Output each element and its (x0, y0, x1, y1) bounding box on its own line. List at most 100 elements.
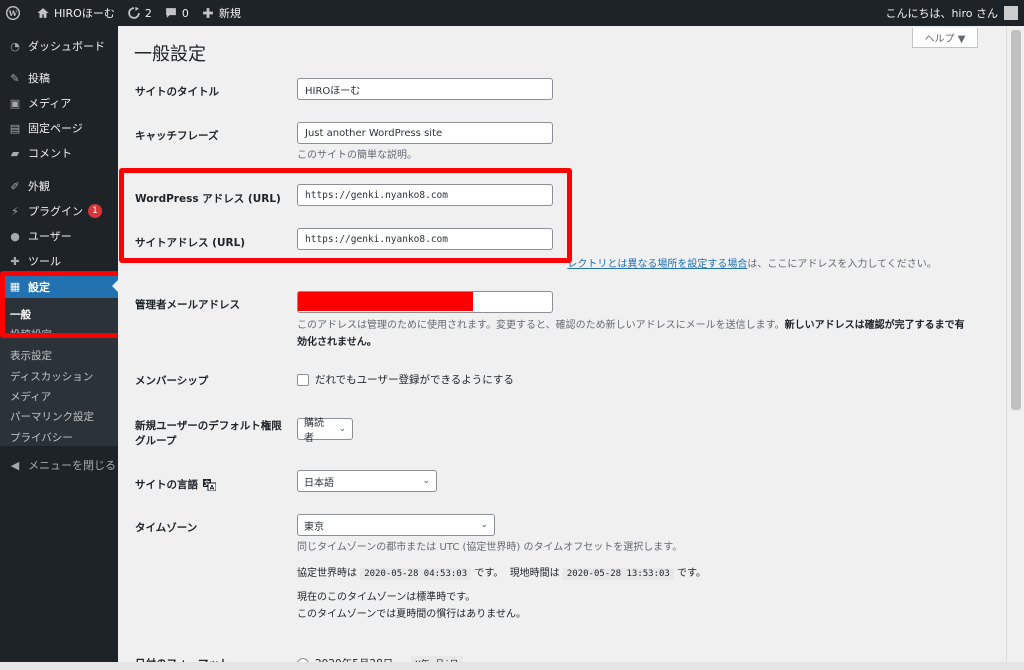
language-select[interactable]: 日本語 ⌄ (297, 470, 437, 492)
default-role-label-line1: 新規ユーザーのデフォルト権限 (135, 420, 282, 432)
sidebar-item-label: ユーザー (28, 230, 72, 243)
tagline-label: キャッチフレーズ (135, 130, 219, 142)
utc-suffix: です。 (474, 568, 504, 579)
site-title-label: サイトのタイトル (135, 86, 219, 98)
wp-logo-menu[interactable]: W (0, 0, 30, 26)
collapse-icon: ◀ (10, 458, 20, 472)
site-address-desc-tail: は、ここにアドレスを入力してください。 (747, 259, 937, 270)
default-role-value: 購読者 (304, 418, 324, 444)
tagline-input[interactable]: Just another WordPress site (297, 122, 553, 144)
membership-checkbox[interactable]: だれでもユーザー登録ができるようにする (297, 372, 514, 387)
sidebar-item-appearance[interactable]: ✐ 外観 (0, 175, 118, 197)
annotation-box-urls (119, 168, 572, 263)
sidebar-item-label: ツール (28, 255, 61, 268)
language-label: サイトの言語 (135, 479, 198, 491)
submenu-item-privacy[interactable]: プライバシー (10, 430, 73, 445)
timezone-select[interactable]: 東京 ⌄ (297, 514, 495, 536)
plugin-icon: ⚡ (11, 204, 19, 218)
local-time: 2020-05-28 13:53:03 (562, 568, 674, 580)
submenu-item-reading[interactable]: 表示設定 (10, 348, 52, 363)
collapse-label: メニューを閉じる (28, 459, 116, 472)
sidebar-item-label: 投稿 (28, 72, 50, 85)
page-scrollbar[interactable] (1006, 26, 1024, 670)
comments-link[interactable]: 0 (158, 0, 195, 26)
collapse-menu-button[interactable]: ◀ メニューを閉じる (0, 454, 118, 476)
membership-label: メンバーシップ (135, 375, 209, 387)
submenu-item-media[interactable]: メディア (10, 389, 51, 404)
wrench-icon: ✚ (10, 254, 20, 268)
user-icon: ● (10, 229, 20, 243)
media-icon: ▣ (9, 96, 21, 110)
utc-prefix: 協定世界時は (297, 568, 357, 579)
site-address-help-link[interactable]: レクトリとは異なる場所を設定する場合 (567, 259, 747, 270)
submenu-item-permalink[interactable]: パーマリンク設定 (10, 409, 94, 424)
pin-icon: ✎ (10, 71, 20, 85)
status-strip (0, 662, 1024, 670)
update-badge: 1 (88, 204, 102, 218)
svg-text:W: W (8, 9, 18, 18)
sidebar-item-label: プラグイン (28, 205, 83, 218)
sidebar-item-pages[interactable]: ▤ 固定ページ (0, 117, 118, 139)
site-title-input[interactable]: HIROほーむ (297, 78, 553, 100)
sidebar-item-label: 外観 (28, 180, 50, 193)
annotation-box-settings (0, 271, 128, 338)
time-readout: 協定世界時は 2020-05-28 04:53:03 です。 現地時間は 202… (297, 565, 706, 583)
greeting[interactable]: こんにちは、hiro さん (885, 5, 998, 21)
sidebar-item-plugins[interactable]: ⚡ プラグイン 1 (0, 200, 118, 222)
main-content: ヘルプ ▼ 一般設定 サイトのタイトル HIROほーむ キャッチフレーズ Jus… (118, 26, 1006, 670)
updates-count: 2 (144, 6, 152, 20)
new-label: 新規 (218, 7, 241, 20)
sidebar-item-users[interactable]: ● ユーザー (0, 225, 118, 247)
tz-note-2: このタイムゾーンでは夏時間の慣行はありません。 (297, 609, 526, 620)
chevron-down-icon: ⌄ (480, 520, 488, 530)
home-icon (37, 8, 49, 18)
admin-email-desc-bold-2: 効化されません。 (297, 337, 377, 348)
checkbox-box[interactable] (297, 373, 309, 386)
comment-icon (165, 8, 176, 18)
timezone-description: 同じタイムゾーンの都市または UTC (協定世界時) のタイムオフセットを選択し… (297, 542, 683, 553)
comments-count: 0 (181, 6, 189, 20)
admin-email-label: 管理者メールアドレス (135, 299, 240, 311)
sidebar-item-dashboard[interactable]: ◔ ダッシュボード (0, 35, 118, 57)
translate-icon: 文A (203, 478, 216, 491)
default-role-label: 新規ユーザーのデフォルト権限 グループ (135, 419, 282, 449)
membership-checkbox-label: だれでもユーザー登録ができるようにする (315, 374, 514, 386)
submenu-item-discussion[interactable]: ディスカッション (10, 369, 93, 384)
local-prefix: 現地時間は (509, 568, 560, 579)
timezone-label: タイムゾーン (135, 522, 198, 534)
admin-email-desc-bold-1: 新しいアドレスは確認が完了するまで有 (784, 320, 965, 331)
sidebar-item-label: メディア (28, 97, 72, 110)
redaction-mark (298, 292, 473, 311)
sidebar-item-posts[interactable]: ✎ 投稿 (0, 67, 118, 89)
admin-email-description: このアドレスは管理のために使用されます。変更すると、確認のため新しいアドレスにメ… (297, 317, 987, 351)
sidebar-item-media[interactable]: ▣ メディア (0, 92, 118, 114)
sidebar-item-label: ダッシュボード (28, 40, 105, 53)
svg-text:A: A (210, 484, 215, 491)
site-name: HIROほーむ (54, 7, 115, 20)
timezone-note: 現在のこのタイムゾーンは標準時です。 このタイムゾーンでは夏時間の慣行はありませ… (297, 589, 526, 623)
chevron-down-icon: ⌄ (338, 424, 346, 434)
tz-note-1: 現在のこのタイムゾーンは標準時です。 (297, 592, 476, 603)
language-row-label: サイトの言語 文A (135, 477, 216, 492)
default-role-select[interactable]: 購読者 ⌄ (297, 418, 353, 444)
timezone-value: 東京 (304, 521, 324, 533)
updates-link[interactable]: 2 (121, 0, 158, 26)
dashboard-icon: ◔ (10, 39, 20, 53)
admin-email-desc-text: このアドレスは管理のために使用されます。変更すると、確認のため新しいアドレスにメ… (297, 320, 785, 331)
local-suffix: です。 (677, 568, 707, 579)
admin-bar: W HIROほーむ 2 0 新規 こんにちは、hiro さん (0, 0, 1024, 26)
sidebar-item-label: コメント (28, 147, 72, 160)
comment-icon: ▰ (10, 146, 20, 160)
site-name-link[interactable]: HIROほーむ (30, 0, 121, 26)
scrollbar-thumb[interactable] (1011, 30, 1021, 410)
sidebar-item-tools[interactable]: ✚ ツール (0, 250, 118, 272)
avatar[interactable] (1004, 6, 1018, 20)
sidebar-item-label: 固定ページ (28, 122, 83, 135)
page-title: 一般設定 (134, 44, 206, 65)
refresh-icon (128, 6, 140, 19)
plus-icon (202, 8, 213, 18)
default-role-label-line2: グループ (135, 435, 177, 447)
sidebar-item-comments[interactable]: ▰ コメント (0, 142, 118, 164)
help-tab[interactable]: ヘルプ ▼ (912, 28, 978, 48)
new-content-link[interactable]: 新規 (195, 0, 247, 26)
